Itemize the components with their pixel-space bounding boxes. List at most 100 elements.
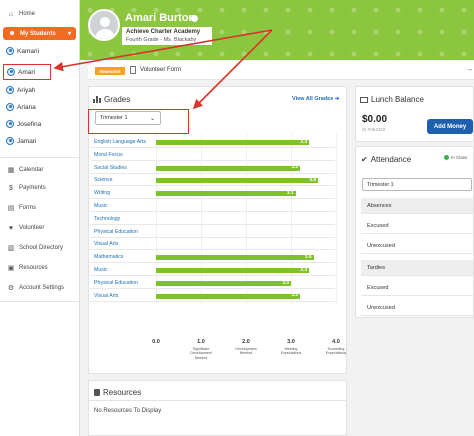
chart-category-label[interactable]: Moral Focus xyxy=(94,152,123,158)
resources-icon: ▣ xyxy=(7,265,15,272)
student-item-label: Kamarii xyxy=(17,47,40,55)
chart-bar xyxy=(156,140,309,145)
chart-row-divider xyxy=(90,275,335,276)
chart-category-label[interactable]: Social Studies xyxy=(94,165,127,171)
my-students-label: My Students xyxy=(20,30,56,37)
nav-home[interactable]: ⌂ Home xyxy=(0,8,80,20)
nav-label: Payments xyxy=(19,185,46,191)
student-item-label: Ariana xyxy=(17,103,36,111)
chart-tick-description: Exceeding Expectations xyxy=(325,347,347,356)
student-item[interactable]: Ariyah xyxy=(0,83,80,97)
nav-volunteer[interactable]: ♥ Volunteer xyxy=(0,222,80,234)
arrow-right-icon[interactable]: → xyxy=(466,66,473,73)
chart-gridline xyxy=(336,134,337,304)
chart-bar xyxy=(156,165,300,171)
nav-payments[interactable]: $ Payments xyxy=(0,182,80,194)
chart-category-label[interactable]: Physical Education xyxy=(94,229,138,235)
forms-icon: ▤ xyxy=(7,205,15,212)
add-money-button[interactable]: Add Money xyxy=(427,119,473,134)
chart-category-label[interactable]: Visual Arts xyxy=(94,241,118,247)
grades-title-text: Grades xyxy=(104,95,131,104)
lunch-title: Lunch Balance xyxy=(360,95,424,104)
nav-account-settings[interactable]: ⚙ Account Settings xyxy=(0,282,80,294)
chart-tick-description: Meeting Expectations xyxy=(280,347,302,356)
student-item[interactable]: Kamarii xyxy=(0,44,80,58)
settings-gear-icon[interactable] xyxy=(191,15,198,22)
chart-tick-label: 1.0 xyxy=(197,339,205,345)
student-item-label: Jamari xyxy=(17,137,37,145)
student-avatar-icon xyxy=(6,137,14,145)
grade-teacher: Fourth Grade - Ms. Blackaby xyxy=(126,37,197,43)
chart-tick-description: Development Needed xyxy=(235,347,257,356)
chart-row-divider xyxy=(90,147,335,148)
nav-label: Volunteer xyxy=(19,225,45,231)
student-avatar xyxy=(88,9,120,41)
student-item[interactable]: Amari xyxy=(3,64,51,80)
home-icon: ⌂ xyxy=(8,10,14,18)
nav-label: Resources xyxy=(19,265,48,271)
chart-row-divider xyxy=(90,159,335,161)
chart-category-label[interactable]: Music xyxy=(94,203,108,209)
student-avatar-icon xyxy=(6,47,14,55)
student-item[interactable]: Josefina xyxy=(0,117,80,131)
chart-row-divider xyxy=(90,249,335,251)
chart-category-label[interactable]: Mathematics xyxy=(94,254,123,260)
student-avatar-icon xyxy=(7,68,15,76)
student-item-label: Ariyah xyxy=(17,86,36,94)
nav-label: Account Settings xyxy=(19,285,65,291)
nav-calendar[interactable]: ▦ Calendar xyxy=(0,164,80,176)
grades-term-select[interactable]: Trimester 1 ⌄ xyxy=(95,111,161,125)
chart-bar-value: 3.1 xyxy=(286,190,294,196)
student-item-label: Amari xyxy=(18,68,35,76)
attendance-section-header: Absences xyxy=(361,198,473,214)
chart-row-divider xyxy=(90,287,335,289)
divider xyxy=(88,400,347,401)
chart-category-label[interactable]: Music xyxy=(94,267,108,273)
attendance-section-header: Tardies xyxy=(361,260,473,276)
chart-bar-value: 3.4 xyxy=(300,139,307,145)
reminder-link[interactable]: Volunteer Form xyxy=(140,67,181,73)
nav-forms[interactable]: ▤ Forms xyxy=(0,202,80,214)
nav-school-directory[interactable]: ▥ School Directory xyxy=(0,242,80,254)
chart-bar-value: 3.0 xyxy=(282,280,289,286)
attendance-term-select[interactable]: Trimester 1 xyxy=(362,178,472,191)
volunteer-icon: ♥ xyxy=(8,224,14,232)
sidebar: ⌂ Home ☻ My Students ▾ Kamarii Amari Ariya… xyxy=(0,0,80,436)
chart-bar-value: 3.2 xyxy=(291,293,298,299)
bar-chart-icon xyxy=(93,96,101,103)
chart-bar xyxy=(156,178,318,184)
status-badge: In Class xyxy=(444,155,467,160)
chart-category-label[interactable]: Technology xyxy=(94,216,120,222)
chart-category-label[interactable]: Writing xyxy=(94,190,110,196)
student-item[interactable]: Jamari xyxy=(0,134,80,148)
attendance-term-value: Trimester 1 xyxy=(367,181,394,188)
chart-category-label[interactable]: Physical Education xyxy=(94,280,138,286)
lunch-title-text: Lunch Balance xyxy=(371,95,424,104)
reminder-badge: REMINDER xyxy=(95,67,125,75)
student-name: Amari Burton xyxy=(125,12,196,24)
checkmark-icon: ✔ xyxy=(361,155,368,164)
view-all-label: View All Grades xyxy=(292,96,334,102)
chart-tick-label: 0.0 xyxy=(152,339,160,345)
chart-category-label[interactable]: English Language Arts xyxy=(94,139,146,145)
settings-icon: ⚙ xyxy=(7,285,15,292)
chart-tick-label: 4.0 xyxy=(332,339,340,345)
chart-bar-value: 3.5 xyxy=(304,254,312,260)
users-icon: ☻ xyxy=(8,30,16,37)
chart-bar-value: 3.6 xyxy=(309,178,316,184)
cash-icon xyxy=(360,96,368,103)
chart-category-label[interactable]: Visual Arts xyxy=(94,293,118,299)
resources-title-text: Resources xyxy=(103,388,142,397)
resources-empty: No Resources To Display xyxy=(94,408,162,414)
book-icon xyxy=(94,389,100,396)
view-all-grades-link[interactable]: View All Grades ➔ xyxy=(292,96,339,102)
chevron-down-icon: ⌄ xyxy=(149,115,155,122)
chart-bar xyxy=(156,255,314,261)
nav-resources[interactable]: ▣ Resources xyxy=(0,262,80,274)
calendar-icon: ▦ xyxy=(7,167,15,174)
chart-category-label[interactable]: Science xyxy=(94,177,112,183)
status-dot-icon xyxy=(444,155,449,160)
my-students-button[interactable]: ☻ My Students ▾ xyxy=(3,27,76,40)
chart-row-divider xyxy=(90,198,335,200)
student-item[interactable]: Ariana xyxy=(0,100,80,114)
